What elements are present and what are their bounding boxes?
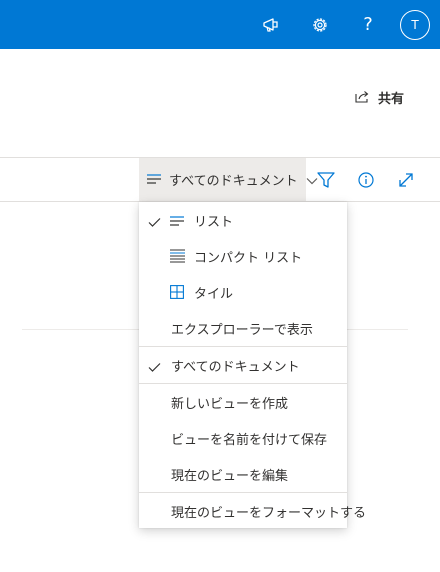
help-icon[interactable]: ?: [350, 7, 386, 43]
compact-list-icon: [170, 248, 185, 267]
view-switcher-button[interactable]: すべてのドキュメント: [139, 158, 318, 201]
share-icon: [355, 88, 370, 107]
avatar[interactable]: T: [400, 10, 430, 40]
share-button[interactable]: 共有: [355, 86, 404, 108]
share-label: 共有: [378, 91, 405, 107]
menu-item-label: リスト: [194, 214, 234, 230]
menu-item-save-view-as[interactable]: ビューを名前を付けて保存: [139, 420, 347, 456]
tiles-icon: [170, 284, 184, 303]
menu-item-format-view[interactable]: 現在のビューをフォーマットする: [139, 493, 366, 529]
menu-item-tiles[interactable]: タイル: [139, 274, 347, 310]
menu-item-edit-view[interactable]: 現在のビューを編集: [139, 456, 347, 492]
menu-item-label: コンパクト リスト: [194, 250, 303, 266]
expand-icon[interactable]: [392, 166, 420, 194]
filter-icon[interactable]: [312, 166, 340, 194]
menu-item-compact-list[interactable]: コンパクト リスト: [139, 238, 347, 274]
menu-item-all-documents[interactable]: すべてのドキュメント: [139, 347, 347, 383]
list-icon: [170, 212, 184, 231]
menu-item-label: エクスプローラーで表示: [171, 322, 313, 338]
checkmark-icon: [148, 213, 161, 232]
suite-header-bar: ? T: [0, 0, 440, 49]
menu-item-label: 現在のビューをフォーマットする: [171, 505, 367, 521]
checkmark-icon: [148, 358, 161, 377]
menu-item-label: 新しいビューを作成: [171, 396, 289, 412]
view-options-menu: リスト コンパクト リスト タイル エクスプローラーで表示 すべてのドキュメント…: [139, 202, 366, 529]
help-glyph: ?: [363, 14, 373, 35]
menu-item-label: 現在のビューを編集: [171, 468, 289, 484]
menu-item-label: すべてのドキュメント: [171, 359, 300, 375]
menu-item-create-view[interactable]: 新しいビューを作成: [139, 384, 347, 420]
view-switcher-label: すべてのドキュメント: [169, 174, 298, 189]
megaphone-icon[interactable]: [253, 7, 289, 43]
menu-item-label: タイル: [194, 286, 234, 302]
info-icon[interactable]: [352, 166, 380, 194]
gear-icon[interactable]: [302, 7, 338, 43]
avatar-initial: T: [411, 18, 419, 32]
menu-item-list[interactable]: リスト: [139, 202, 347, 238]
menu-item-view-in-explorer[interactable]: エクスプローラーで表示: [139, 310, 347, 346]
menu-item-label: ビューを名前を付けて保存: [171, 432, 328, 448]
list-icon: [147, 170, 161, 189]
